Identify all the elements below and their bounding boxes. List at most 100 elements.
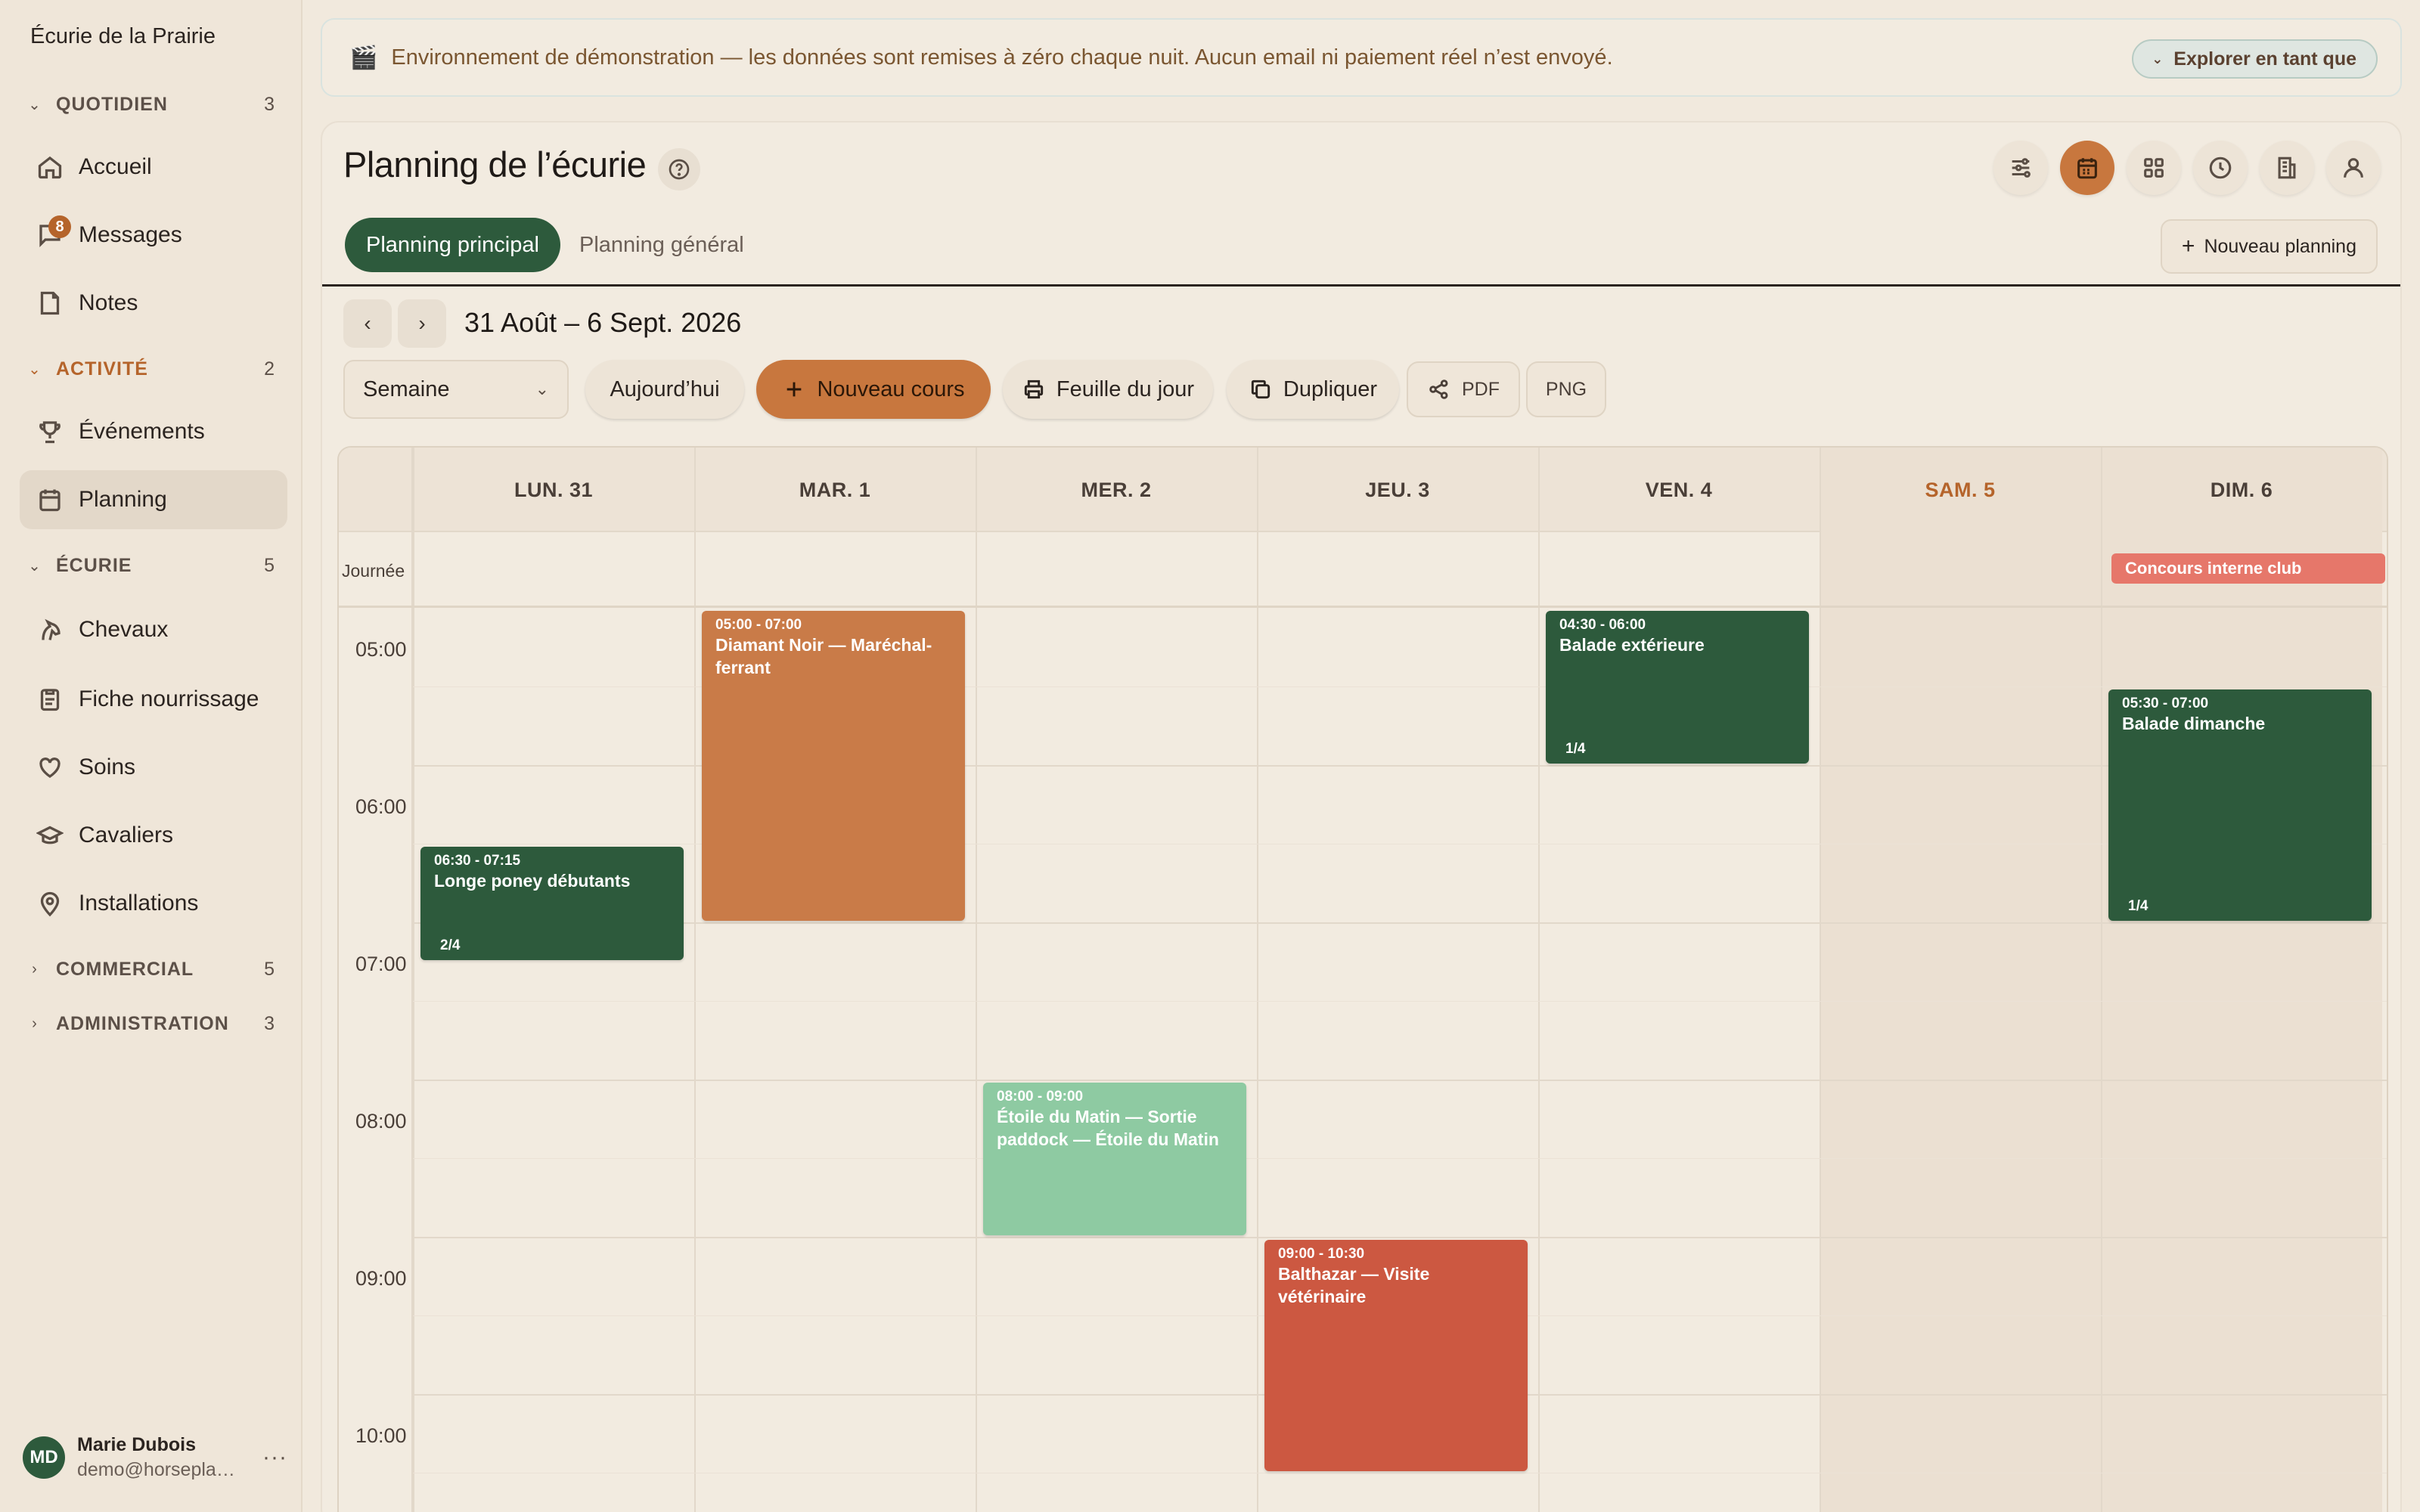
new-course-button[interactable]: Nouveau cours xyxy=(756,360,991,419)
chevron-right-icon: › xyxy=(32,1015,38,1032)
building-icon[interactable] xyxy=(2260,141,2314,195)
more-options-icon[interactable]: ··· xyxy=(262,1445,287,1470)
tabs-divider xyxy=(322,284,2400,287)
sidebar-item-installations[interactable]: Installations xyxy=(20,874,287,933)
explore-as-button[interactable]: ⌄ Explorer en tant que xyxy=(2132,39,2378,79)
half-hour-gridline xyxy=(413,1001,2387,1002)
clapperboard-icon: 🎬 xyxy=(349,45,378,70)
clock-icon[interactable] xyxy=(2193,141,2248,195)
week-calendar: LUN. 31 MAR. 1 MER. 2 JEU. 3 VEN. 4 SAM. 5 DIM… xyxy=(337,446,2388,1512)
nav-group-activite[interactable]: ⌄ ACTIVITÉ 2 xyxy=(23,348,280,390)
group-count: 5 xyxy=(264,554,275,576)
calendar-event[interactable]: 05:30 - 07:00 Balade dimanche 1/4 xyxy=(2108,689,2372,921)
day-header: MER. 2 xyxy=(1081,478,1152,501)
explore-as-label: Explorer en tant que xyxy=(2173,48,2356,70)
new-planning-button[interactable]: + Nouveau planning xyxy=(2160,219,2378,274)
day-header: LUN. 31 xyxy=(513,478,594,501)
day-header: MAR. 1 xyxy=(799,478,871,501)
calendar-event[interactable]: 06:30 - 07:15 Longe poney débutants 2/4 xyxy=(420,847,684,960)
event-title: Balthazar — Visite vétérinaire xyxy=(1278,1264,1430,1306)
help-icon[interactable] xyxy=(658,148,700,191)
nav-group-administration[interactable]: › ADMINISTRATION 3 xyxy=(23,1002,280,1045)
duplicate-label: Dupliquer xyxy=(1283,376,1378,401)
filters-icon[interactable] xyxy=(1993,141,2048,195)
event-time: 06:30 - 07:15 xyxy=(434,853,521,869)
previous-week-button[interactable]: ‹ xyxy=(343,299,392,348)
hour-label: 09:00 xyxy=(355,1267,407,1290)
user-email: demo@horsepla… xyxy=(77,1459,235,1480)
next-week-button[interactable]: › xyxy=(398,299,446,348)
horse-icon xyxy=(35,615,65,645)
sidebar-item-messages[interactable]: 8 Messages xyxy=(20,206,287,265)
export-pdf-button[interactable]: PDF xyxy=(1407,361,1520,417)
group-label: ACTIVITÉ xyxy=(56,358,148,380)
sidebar-item-planning[interactable]: Planning xyxy=(20,470,287,529)
nav-group-quotidien[interactable]: ⌄ QUOTIDIEN 3 xyxy=(23,83,280,125)
day-header: VEN. 4 xyxy=(1645,478,1713,501)
plus-icon: + xyxy=(2181,234,2195,259)
hour-label: 10:00 xyxy=(355,1424,407,1447)
event-title: Balade extérieure xyxy=(1559,635,1705,655)
export-png-button[interactable]: PNG xyxy=(1526,361,1606,417)
group-label: COMMERCIAL xyxy=(56,958,194,980)
tab-planning-principal[interactable]: Planning principal xyxy=(345,218,560,272)
hour-gridline xyxy=(413,1237,2387,1238)
share-icon xyxy=(1429,380,1448,399)
chevron-down-icon: ⌄ xyxy=(28,96,42,113)
calendar-event[interactable]: 08:00 - 09:00 Étoile du Matin — Sortie pa… xyxy=(983,1083,1246,1235)
user-menu[interactable]: MD Marie Dubois demo@horsepla… ··· xyxy=(23,1431,287,1484)
sidebar-item-label: Planning xyxy=(79,487,167,512)
all-day-event[interactable]: Concours interne club xyxy=(2111,553,2385,584)
unread-badge: 8 xyxy=(48,215,71,238)
grid-view-icon[interactable] xyxy=(2127,141,2181,195)
sidebar-item-accueil[interactable]: Accueil xyxy=(20,138,287,197)
sidebar-item-chevaux[interactable]: Chevaux xyxy=(20,600,287,659)
sidebar-item-cavaliers[interactable]: Cavaliers xyxy=(20,806,287,865)
event-title: Balade dimanche xyxy=(2122,714,2266,733)
group-label: QUOTIDIEN xyxy=(56,93,168,115)
group-label: ÉCURIE xyxy=(56,554,132,576)
day-header: JEU. 3 xyxy=(1365,478,1430,501)
date-range-label: 31 Août – 6 Sept. 2026 xyxy=(464,307,742,338)
calendar-view-icon[interactable] xyxy=(2060,141,2114,195)
all-day-label: Journée xyxy=(342,561,405,581)
calendar-event[interactable]: 04:30 - 06:00 Balade extérieure 1/4 xyxy=(1546,611,1809,764)
sidebar-item-evenements[interactable]: Événements xyxy=(20,402,287,461)
nav-group-commercial[interactable]: › COMMERCIAL 5 xyxy=(23,948,280,990)
today-label: Aujourd’hui xyxy=(610,376,720,401)
sidebar-item-soins[interactable]: Soins xyxy=(20,738,287,797)
user-icon[interactable] xyxy=(2326,141,2381,195)
all-day-row xyxy=(339,532,2387,608)
user-info: Marie Dubois demo@horsepla… xyxy=(77,1434,262,1481)
calendar-event[interactable]: 09:00 - 10:30 Balthazar — Visite vétérina… xyxy=(1264,1240,1528,1471)
day-sheet-button[interactable]: Feuille du jour xyxy=(1003,360,1213,419)
planning-panel: Planning de l’écurie Planning principal … xyxy=(321,121,2402,1512)
chevron-down-icon: ⌄ xyxy=(28,557,42,575)
sidebar-item-label: Chevaux xyxy=(79,617,169,642)
day-header: SAM. 5 xyxy=(1925,478,1996,501)
event-time: 08:00 - 09:00 xyxy=(997,1089,1084,1105)
duplicate-button[interactable]: Dupliquer xyxy=(1227,360,1399,419)
half-hour-gridline xyxy=(413,1158,2387,1159)
printer-icon xyxy=(1024,380,1044,399)
user-name: Marie Dubois xyxy=(77,1434,196,1455)
chevron-right-icon: › xyxy=(418,311,426,335)
heart-icon xyxy=(35,752,65,782)
sidebar-item-notes[interactable]: Notes xyxy=(20,274,287,333)
calendar-event[interactable]: 05:00 - 07:00 Diamant Noir — Maréchal-fer… xyxy=(702,611,965,921)
nav-group-ecurie[interactable]: ⌄ ÉCURIE 5 xyxy=(23,544,280,587)
event-title: Longe poney débutants xyxy=(434,871,631,891)
chevron-down-icon: ⌄ xyxy=(535,380,549,398)
sidebar: Écurie de la Prairie ⌄ QUOTIDIEN 3 Accue… xyxy=(0,0,302,1512)
view-mode-value: Semaine xyxy=(363,376,450,401)
sidebar-item-label: Notes xyxy=(79,290,138,315)
view-mode-select[interactable]: Semaine ⌄ xyxy=(343,360,569,419)
group-count: 3 xyxy=(264,93,275,115)
hour-gridline xyxy=(413,1080,2387,1081)
event-time: 09:00 - 10:30 xyxy=(1278,1246,1365,1262)
sidebar-item-fiche-nourrissage[interactable]: Fiche nourrissage xyxy=(20,670,287,729)
tab-planning-general[interactable]: Planning général xyxy=(558,218,765,272)
graduation-cap-icon xyxy=(35,820,65,850)
today-button[interactable]: Aujourd’hui xyxy=(585,360,744,419)
event-capacity: 2/4 xyxy=(440,937,461,953)
